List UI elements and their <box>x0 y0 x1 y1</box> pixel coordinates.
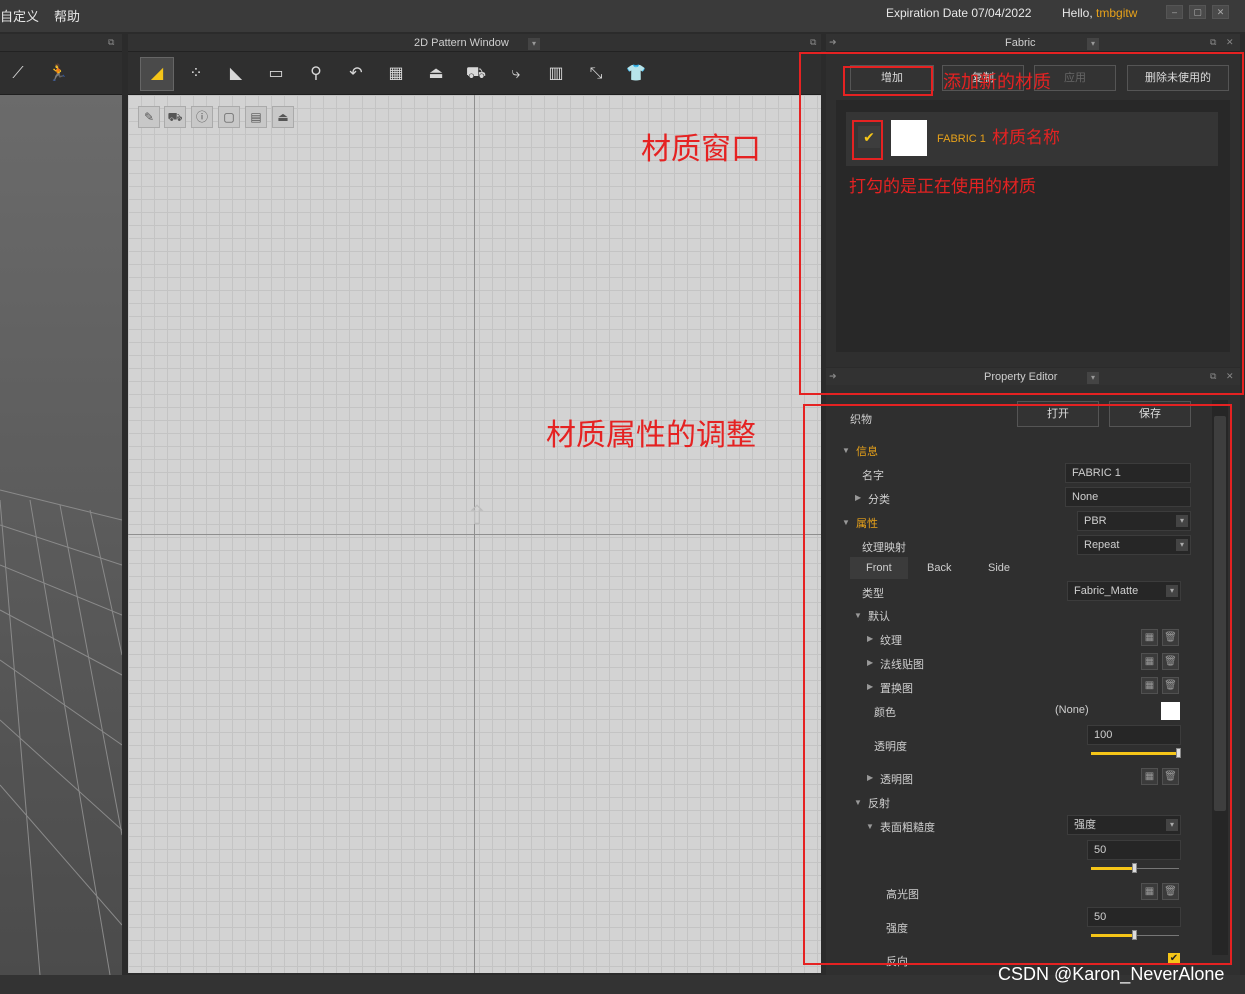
edit-point-tool-icon[interactable]: ⁘ <box>182 60 210 88</box>
export-view-icon[interactable]: ⏏ <box>272 106 294 128</box>
grid-texture-tool-icon[interactable]: ▦ <box>382 60 410 88</box>
minimize-button[interactable]: – <box>1166 5 1183 19</box>
polygon-tool-icon[interactable]: ◣ <box>222 60 250 88</box>
iron-tool-icon[interactable]: ⏏ <box>422 60 450 88</box>
avatar-pose-icon[interactable]: 🏃 <box>44 60 72 88</box>
property-adjust-annotation: 材质属性的调整 <box>546 418 756 453</box>
watermark: CSDN @Karon_NeverAlone <box>998 964 1225 984</box>
greeting-prefix: Hello, <box>1062 6 1093 20</box>
maximize-button[interactable]: ▢ <box>1189 5 1206 19</box>
undock-icon[interactable]: ⧉ <box>108 37 114 48</box>
brush-tool-icon[interactable]: ✎ <box>138 106 160 128</box>
property-annotation-box <box>803 404 1232 965</box>
undock-icon[interactable]: ⧉ <box>810 37 816 48</box>
horizontal-axis <box>128 534 821 535</box>
expiration-date: Expiration Date 07/04/2022 <box>886 6 1032 20</box>
menu-customize[interactable]: 自定义 <box>0 6 39 25</box>
pattern-window-dropdown[interactable]: ▾ <box>528 38 540 50</box>
origin-arrow-icon: ⇧ <box>466 500 488 530</box>
fabric-panel-title: Fabric <box>1005 37 1036 49</box>
add-material-annotation: 添加新的材质 <box>943 72 1051 93</box>
menu-bar <box>0 0 1245 32</box>
checkbox-annotation-box <box>852 120 883 160</box>
pattern-window-title: 2D Pattern Window <box>414 37 509 49</box>
username[interactable]: tmbgitw <box>1096 6 1137 20</box>
3d-window-header <box>0 34 122 52</box>
arrangement-tool-icon[interactable]: ⚲ <box>302 60 330 88</box>
pleat-tool-icon[interactable]: ▥ <box>542 60 570 88</box>
material-window-annotation-box <box>799 52 1244 395</box>
shirt-view-icon[interactable]: ⛟ <box>164 106 186 128</box>
fabric-panel-dropdown[interactable]: ▾ <box>1087 38 1099 50</box>
checked-material-annotation: 打勾的是正在使用的材质 <box>849 177 1036 197</box>
add-button-annotation-box <box>843 66 933 96</box>
menu-help[interactable]: 帮助 <box>54 6 80 25</box>
close-button[interactable]: ✕ <box>1212 5 1229 19</box>
shirt-pin-tool-icon[interactable]: ⛟ <box>462 60 490 88</box>
rectangle-tool-icon[interactable]: ▭ <box>262 60 290 88</box>
layer-view-icon[interactable]: ▤ <box>245 106 267 128</box>
material-name-annotation: 材质名称 <box>992 128 1060 148</box>
3d-viewport[interactable] <box>0 95 122 975</box>
info-view-icon[interactable]: ⓘ <box>191 106 213 128</box>
segment-sewing-tool-icon[interactable]: ⤡ <box>582 60 610 88</box>
3d-grid-floor <box>0 489 122 975</box>
measure-tool-icon[interactable]: ⟋ <box>4 60 32 88</box>
sewing-tool-icon[interactable]: ⤷ <box>502 60 530 88</box>
greeting: Hello, tmbgitw <box>1062 6 1137 20</box>
pin-icon[interactable]: ➜ <box>829 37 837 48</box>
paper-view-icon[interactable]: ▢ <box>218 106 240 128</box>
garment-tool-icon[interactable]: 👕 <box>622 60 650 88</box>
undock-icon[interactable]: ⧉ <box>1210 37 1216 48</box>
select-move-tool-icon[interactable]: ◢ <box>140 57 174 91</box>
fold-tool-icon[interactable]: ↶ <box>342 60 370 88</box>
close-panel-icon[interactable]: ✕ <box>1226 37 1234 48</box>
material-window-annotation: 材质窗口 <box>641 132 761 167</box>
